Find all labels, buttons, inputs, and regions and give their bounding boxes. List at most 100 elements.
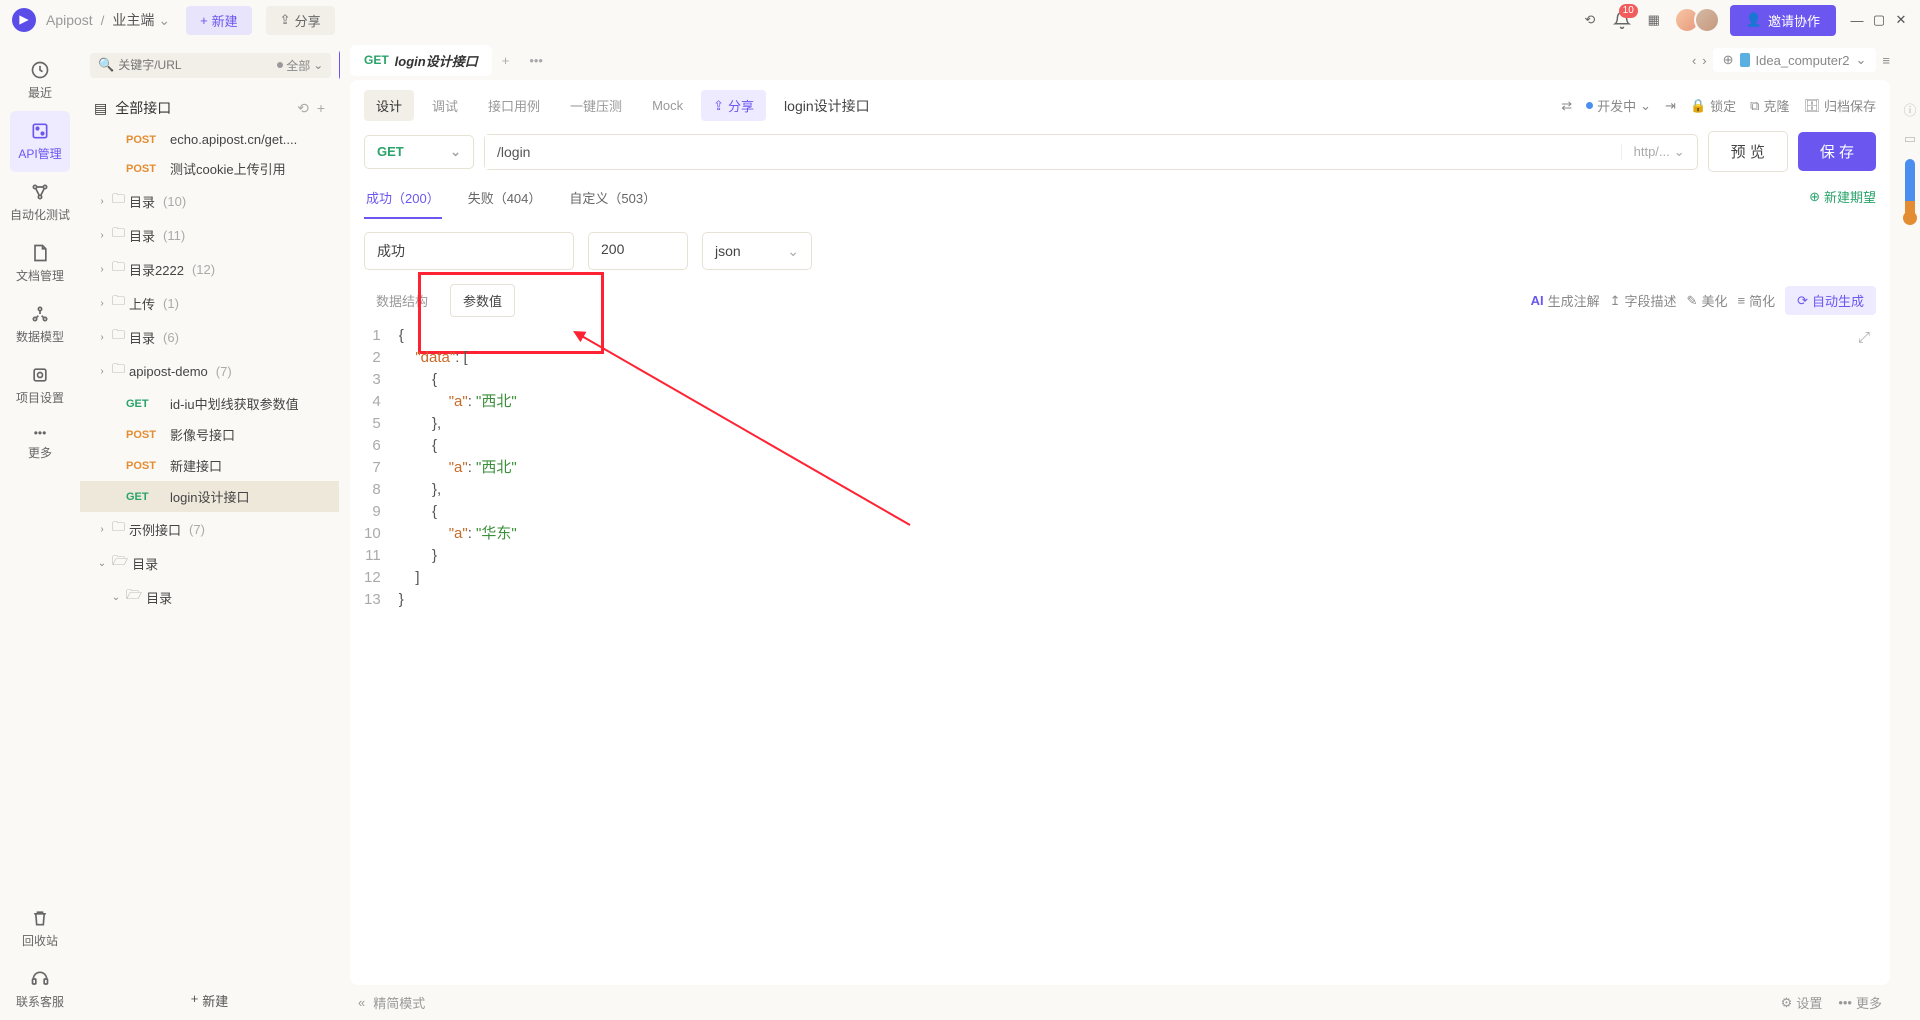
tab-structure[interactable]: 数据结构 — [364, 285, 440, 316]
filter-all[interactable]: 全部 ⌄ — [277, 57, 323, 74]
folder-icon: 🗀 — [112, 224, 125, 246]
refresh-icon[interactable]: ⟲ — [297, 100, 309, 117]
footer-more-button[interactable]: ••• 更多 — [1838, 993, 1882, 1012]
method-selector[interactable]: GET ⌄ — [364, 135, 474, 169]
notification-icon[interactable]: 10 — [1606, 4, 1638, 36]
tree-item[interactable]: POST影像号接口 — [80, 419, 339, 450]
nav-trash[interactable]: 回收站 — [10, 898, 70, 959]
nav-project[interactable]: 项目设置 — [10, 355, 70, 416]
search-box[interactable]: 🔍 全部 ⌄ — [90, 53, 331, 78]
expect-name-field[interactable]: 成功 — [364, 232, 574, 270]
nav-automation[interactable]: 自动化测试 — [10, 172, 70, 233]
tab-add[interactable]: + — [492, 47, 520, 74]
subtab-debug[interactable]: 调试 — [420, 90, 470, 121]
flow-icon[interactable]: ⇄ — [1561, 98, 1572, 114]
tree-item[interactable]: POST新建接口 — [80, 450, 339, 481]
resp-tab-success[interactable]: 成功（200） — [364, 182, 442, 219]
subtab-design[interactable]: 设计 — [364, 90, 414, 121]
code-area[interactable]: { "data": [ { "a": "西北" }, { "a": "西北" }… — [399, 325, 517, 977]
plus-icon: + — [191, 991, 199, 1010]
tree-item[interactable]: GETid-iu中划线获取参数值 — [80, 388, 339, 419]
nav-doc[interactable]: 文档管理 — [10, 233, 70, 294]
tab-next-icon[interactable]: › — [1702, 53, 1706, 68]
avatar-stack[interactable] — [1680, 7, 1720, 33]
tab-more[interactable]: ••• — [519, 47, 553, 74]
ai-annotate-button[interactable]: AI 生成注解 — [1531, 291, 1600, 310]
settings-button[interactable]: ⚙ 设置 — [1781, 993, 1823, 1012]
resp-tab-custom[interactable]: 自定义（503） — [567, 182, 658, 219]
beautify-button[interactable]: ✎ 美化 — [1687, 291, 1728, 310]
status-selector[interactable]: 开发中 ⌄ — [1586, 96, 1651, 115]
tree-item[interactable]: GETlogin设计接口 — [80, 481, 339, 512]
expand-icon[interactable]: ⤢ — [1858, 329, 1870, 346]
tree-item[interactable]: ›🗀目录2222(12) — [80, 252, 339, 286]
new-button[interactable]: + 新建 — [186, 6, 252, 35]
collapse-icon[interactable]: « — [358, 995, 365, 1010]
menu-icon[interactable]: ≡ — [1882, 53, 1890, 68]
nav-model[interactable]: 数据模型 — [10, 294, 70, 355]
env-chip-icon — [1740, 53, 1750, 67]
nav-label: API管理 — [18, 145, 61, 162]
environment-selector[interactable]: ⊕ Idea_computer2 ⌄ — [1713, 48, 1877, 72]
nav-support[interactable]: 联系客服 — [10, 959, 70, 1020]
field-desc-label: 字段描述 — [1625, 291, 1677, 310]
expect-type-field[interactable]: json ⌄ — [702, 232, 812, 270]
subtab-stress[interactable]: 一键压测 — [558, 90, 634, 121]
nav-more[interactable]: ••• 更多 — [10, 416, 70, 471]
tree-item[interactable]: ›🗀示例接口(7) — [80, 512, 339, 546]
content: 设计 调试 接口用例 一键压测 Mock ⇪ 分享 login设计接口 ⇄ — [350, 80, 1890, 985]
tab-active[interactable]: GET login设计接口 — [350, 45, 492, 76]
nav-recent[interactable]: 最近 — [10, 50, 70, 111]
json-editor[interactable]: 12345678910111213 { "data": [ { "a": "西北… — [350, 325, 1890, 985]
tab-prev-icon[interactable]: ‹ — [1692, 53, 1696, 68]
minimize-icon[interactable]: — — [1850, 13, 1864, 27]
list-icon: ▤ — [94, 100, 107, 117]
indent-icon[interactable]: ⇥ — [1665, 98, 1676, 114]
plus-icon[interactable]: + — [317, 100, 325, 116]
lock-button[interactable]: 🔒 锁定 — [1690, 96, 1736, 115]
share-button-top[interactable]: ⇪ 分享 — [266, 6, 335, 35]
tree-item[interactable]: ›🗀apipost-demo(7) — [80, 354, 339, 388]
nav-label: 回收站 — [22, 932, 58, 949]
clone-button[interactable]: ⧉ 克隆 — [1750, 96, 1789, 115]
tree-item[interactable]: POST测试cookie上传引用 — [80, 153, 339, 184]
workspace-selector[interactable]: 业主端 ⌄ — [112, 10, 170, 30]
editor-toolbar: 数据结构 参数值 AI 生成注解 ↥ 字段描述 ✎ 美化 — [350, 276, 1890, 325]
expect-code-field[interactable]: 200 — [588, 232, 688, 270]
nav-api[interactable]: API管理 — [10, 111, 70, 172]
preview-button[interactable]: 预 览 — [1708, 131, 1788, 172]
panel-icon[interactable]: ▭ — [1904, 131, 1916, 147]
tree-item[interactable]: ›🗀目录(10) — [80, 184, 339, 218]
resp-tab-fail[interactable]: 失败（404） — [466, 182, 544, 219]
tree-item[interactable]: ›🗀目录(6) — [80, 320, 339, 354]
simplify-button[interactable]: ≡ 简化 — [1737, 291, 1775, 310]
scheme-selector[interactable]: http/... ⌄ — [1621, 144, 1697, 160]
save-button[interactable]: 保 存 — [1798, 132, 1876, 171]
tree-new-button[interactable]: + 新建 — [80, 981, 339, 1020]
tab-param-value[interactable]: 参数值 — [450, 284, 515, 317]
invite-button[interactable]: 👤 邀请协作 — [1730, 5, 1836, 36]
apps-icon[interactable]: ▦ — [1638, 4, 1670, 36]
nav-label: 自动化测试 — [10, 206, 70, 223]
tree-item[interactable]: ⌄🗁目录 — [80, 580, 339, 614]
search-input[interactable] — [118, 58, 273, 72]
subtab-cases[interactable]: 接口用例 — [476, 90, 552, 121]
tree-item[interactable]: ›🗀上传(1) — [80, 286, 339, 320]
subtab-mock[interactable]: Mock — [640, 92, 695, 119]
new-button-label: 新建 — [212, 11, 238, 30]
maximize-icon[interactable]: ▢ — [1872, 13, 1886, 27]
info-icon[interactable]: ⓘ — [1903, 100, 1916, 119]
sync-icon[interactable]: ⟲ — [1574, 4, 1606, 36]
close-icon[interactable]: ✕ — [1894, 13, 1908, 27]
url-input[interactable] — [485, 135, 1621, 169]
lines-icon: ≡ — [1737, 293, 1745, 308]
subtab-share[interactable]: ⇪ 分享 — [701, 90, 766, 121]
tree-item[interactable]: ⌄🗁目录 — [80, 546, 339, 580]
archive-button[interactable]: 🗄 归档保存 — [1803, 96, 1876, 115]
new-expect-button[interactable]: ⊕ 新建期望 — [1809, 187, 1876, 214]
field-desc-button[interactable]: ↥ 字段描述 — [1610, 291, 1677, 310]
mode-label[interactable]: 精简模式 — [373, 993, 425, 1012]
tree-item[interactable]: POSTecho.apipost.cn/get.... — [80, 126, 339, 153]
auto-generate-button[interactable]: ⟳ 自动生成 — [1785, 286, 1876, 315]
tree-item[interactable]: ›🗀目录(11) — [80, 218, 339, 252]
